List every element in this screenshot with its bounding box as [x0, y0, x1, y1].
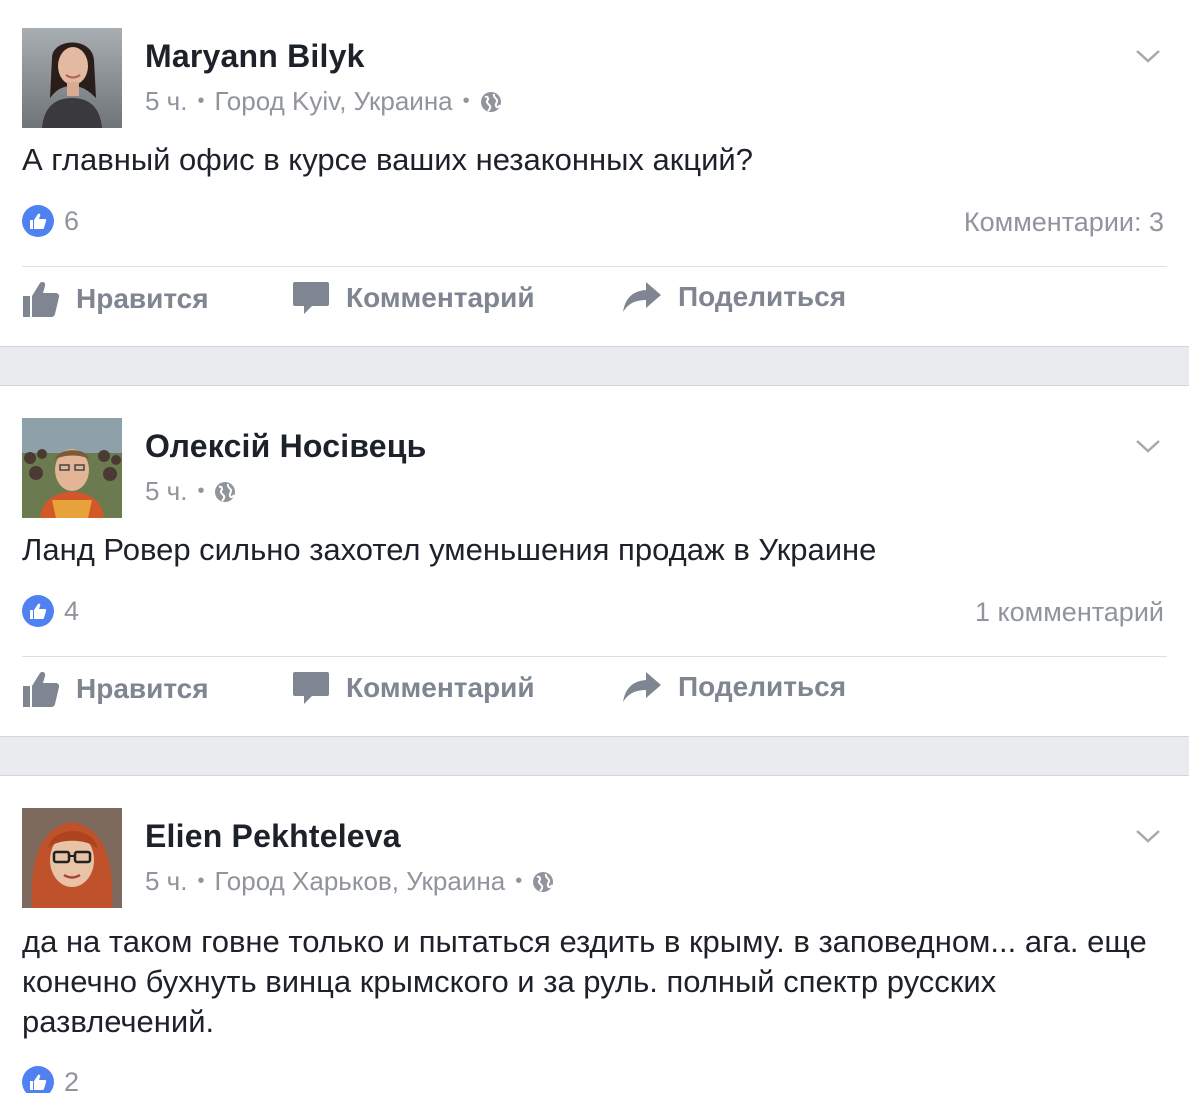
chevron-down-icon[interactable]	[1135, 48, 1161, 64]
post-meta: 5 ч. • Город Kyiv, Украина •	[145, 86, 502, 117]
share-label: Поделиться	[678, 281, 847, 312]
author-name[interactable]: Maryann Bilyk	[145, 38, 365, 75]
share-arrow-icon	[623, 282, 661, 312]
comment-button[interactable]: Комментарий	[292, 670, 535, 706]
post-time[interactable]: 5 ч.	[145, 476, 187, 507]
share-button[interactable]: Поделиться	[622, 280, 846, 314]
globe-icon	[215, 481, 236, 502]
feed-separator	[0, 736, 1189, 776]
thumbs-up-icon	[22, 595, 54, 627]
speech-bubble-icon	[293, 672, 329, 704]
like-label: Нравится	[76, 283, 209, 314]
speech-bubble-icon	[293, 282, 329, 314]
separator-dot: •	[462, 90, 470, 112]
comment-label: Комментарий	[346, 282, 535, 313]
like-button[interactable]: Нравится	[22, 670, 209, 708]
comment-label: Комментарий	[346, 672, 535, 703]
avatar[interactable]	[22, 28, 122, 128]
globe-icon	[480, 91, 501, 112]
post-time[interactable]: 5 ч.	[145, 866, 187, 897]
post-text: А главный офис в курсе ваших незаконных …	[22, 142, 753, 177]
separator-dot: •	[197, 90, 205, 112]
post-text: да на таком говне только и пытаться езди…	[22, 924, 1147, 1039]
likes-summary[interactable]: 2	[22, 1066, 79, 1093]
feed-separator	[0, 346, 1189, 386]
post-text: Ланд Ровер сильно захотел уменьшения про…	[22, 532, 877, 567]
separator-dot: •	[197, 480, 205, 502]
post-card: Maryann Bilyk 5 ч. • Город Kyiv, Украина…	[0, 0, 1189, 346]
like-label: Нравится	[76, 673, 209, 704]
thumbs-up-icon	[23, 282, 60, 317]
thumbs-up-icon	[23, 672, 60, 707]
thumbs-up-icon	[22, 1066, 54, 1093]
avatar[interactable]	[22, 418, 122, 518]
comments-count[interactable]: Комментарии: 3	[964, 207, 1164, 238]
avatar[interactable]	[22, 808, 122, 908]
post-meta: 5 ч. •	[145, 476, 236, 507]
likes-count: 6	[64, 205, 80, 236]
comment-button[interactable]: Комментарий	[292, 280, 535, 316]
post-location[interactable]: Город Kyiv, Украина	[214, 86, 452, 117]
separator-dot: •	[515, 870, 523, 892]
divider	[22, 656, 1167, 657]
likes-summary[interactable]: 6	[22, 205, 79, 237]
post-time[interactable]: 5 ч.	[145, 86, 187, 117]
likes-summary[interactable]: 4	[22, 595, 79, 627]
post-location[interactable]: Город Харьков, Украина	[214, 866, 505, 897]
author-name[interactable]: Elien Pekhteleva	[145, 818, 401, 855]
post-card: Elien Pekhteleva 5 ч. • Город Харьков, У…	[0, 776, 1189, 1093]
likes-count: 2	[64, 1066, 80, 1093]
separator-dot: •	[197, 870, 205, 892]
thumbs-up-icon	[22, 205, 54, 237]
author-name[interactable]: Олексій Носівець	[145, 428, 427, 465]
likes-count: 4	[64, 595, 80, 626]
post-card: Олексій Носівець 5 ч. • Ланд Ровер сильн…	[0, 386, 1189, 736]
globe-icon	[533, 871, 554, 892]
share-label: Поделиться	[678, 671, 847, 702]
chevron-down-icon[interactable]	[1135, 438, 1161, 454]
post-meta: 5 ч. • Город Харьков, Украина •	[145, 866, 554, 897]
divider	[22, 266, 1167, 267]
comments-count[interactable]: 1 комментарий	[975, 597, 1164, 628]
post-actions: Нравится Комментарий Поделиться	[22, 280, 1167, 330]
chevron-down-icon[interactable]	[1135, 828, 1161, 844]
share-arrow-icon	[623, 672, 661, 702]
share-button[interactable]: Поделиться	[622, 670, 846, 704]
post-actions: Нравится Комментарий Поделиться	[22, 670, 1167, 720]
like-button[interactable]: Нравится	[22, 280, 209, 318]
